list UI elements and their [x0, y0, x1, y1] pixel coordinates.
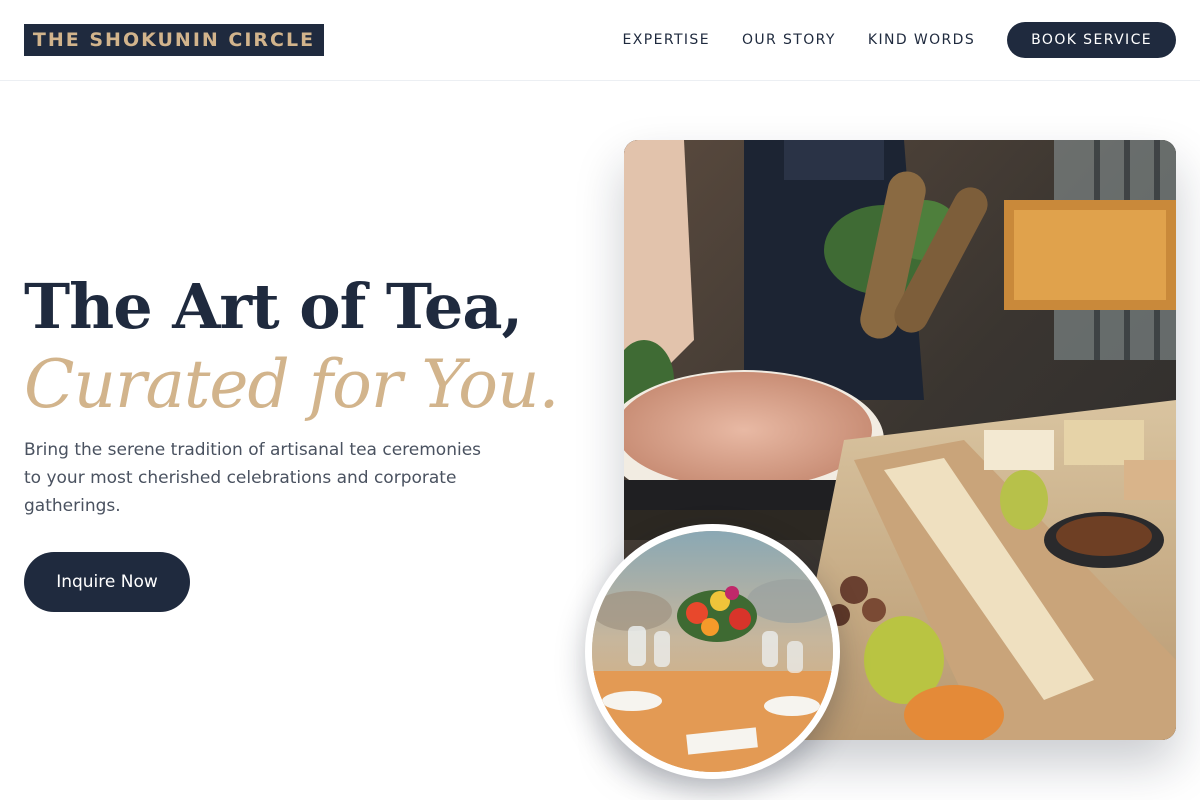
hero-description: Bring the serene tradition of artisanal … — [24, 440, 482, 516]
nav-link-expertise[interactable]: EXPERTISE — [623, 32, 710, 48]
main-nav: EXPERTISE OUR STORY KIND WORDS BOOK SERV… — [623, 22, 1176, 58]
book-service-button[interactable]: BOOK SERVICE — [1007, 22, 1176, 58]
table-setting-flowers-photo-icon — [592, 531, 833, 772]
table-setting-image — [585, 524, 840, 779]
site-header: THE SHOKUNIN CIRCLE EXPERTISE OUR STORY … — [0, 0, 1200, 81]
nav-link-kind-words[interactable]: KIND WORDS — [868, 32, 975, 48]
inquire-now-button[interactable]: Inquire Now — [24, 552, 190, 612]
brand-logo[interactable]: THE SHOKUNIN CIRCLE — [24, 24, 324, 56]
hero-title-line-1: The Art of Tea, — [24, 270, 523, 343]
hero-title: The Art of Tea, Curated for You. — [24, 268, 559, 424]
nav-link-our-story[interactable]: OUR STORY — [742, 32, 836, 48]
hero-title-line-2: Curated for You. — [24, 346, 559, 423]
